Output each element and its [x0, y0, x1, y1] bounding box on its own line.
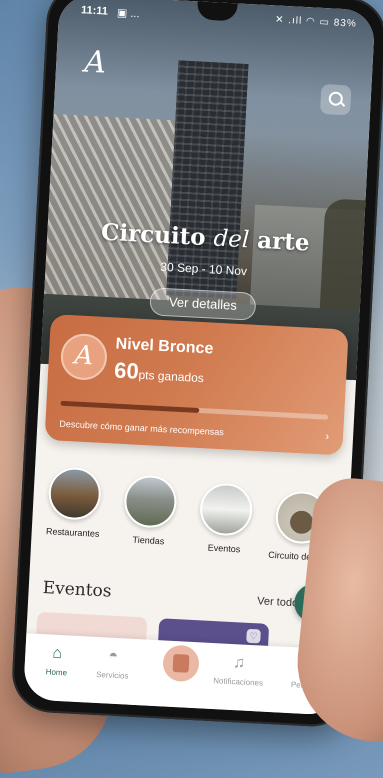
- rewards-link[interactable]: Descubre cómo ganar más recompensas: [59, 419, 224, 438]
- status-time: 11:11: [80, 4, 109, 18]
- book-icon: [172, 653, 190, 673]
- points-value: 60: [113, 357, 140, 384]
- level-card[interactable]: A Nivel Bronce 60pts ganados Descubre có…: [44, 314, 349, 456]
- nav-home[interactable]: ⌂ Home: [26, 643, 88, 678]
- level-name: Nivel Bronce: [115, 335, 214, 358]
- service-bell-icon: ◓: [108, 647, 119, 666]
- category-list: Restaurantes Tiendas Eventos Circuito de…: [30, 465, 350, 571]
- brand-logo[interactable]: A: [77, 45, 113, 81]
- points-label: pts ganados: [138, 367, 205, 386]
- nav-services[interactable]: ◓ Servicios: [82, 646, 144, 681]
- level-points: 60pts ganados: [114, 357, 205, 388]
- level-avatar: A: [59, 332, 109, 382]
- category-label: Restaurantes: [45, 526, 100, 539]
- nav-notifications-label: Notificaciones: [213, 676, 264, 688]
- status-left-icons: ▣ ...: [116, 7, 140, 21]
- events-image: [198, 482, 254, 537]
- level-progress-fill: [60, 400, 200, 413]
- bell-icon: ♫: [232, 654, 246, 672]
- heart-icon[interactable]: ♡: [246, 628, 261, 644]
- category-tiendas[interactable]: Tiendas: [113, 474, 187, 548]
- hero-title-part3: arte: [248, 226, 311, 257]
- chevron-right-icon[interactable]: ›: [325, 431, 329, 443]
- category-label: Eventos: [207, 542, 241, 555]
- hero-title-part2: del: [212, 225, 250, 254]
- restaurant-image: [47, 466, 103, 521]
- category-eventos[interactable]: Eventos: [189, 482, 263, 556]
- level-progress-bar: [60, 400, 329, 420]
- store-image: [123, 474, 178, 529]
- center-action-button[interactable]: [162, 644, 200, 683]
- details-button[interactable]: Ver detalles: [149, 287, 257, 321]
- events-section-title: Eventos: [42, 578, 113, 602]
- nav-services-label: Servicios: [95, 669, 129, 681]
- home-icon: ⌂: [52, 644, 63, 663]
- nav-notifications[interactable]: ♫ Notificaciones: [208, 653, 270, 688]
- category-label: Tiendas: [132, 534, 165, 547]
- nav-home-label: Home: [45, 667, 68, 678]
- status-right-icons: ✕ .ıll ◠ ▭ 83%: [274, 14, 357, 30]
- category-restaurantes[interactable]: Restaurantes: [37, 466, 111, 540]
- search-button[interactable]: [319, 83, 352, 116]
